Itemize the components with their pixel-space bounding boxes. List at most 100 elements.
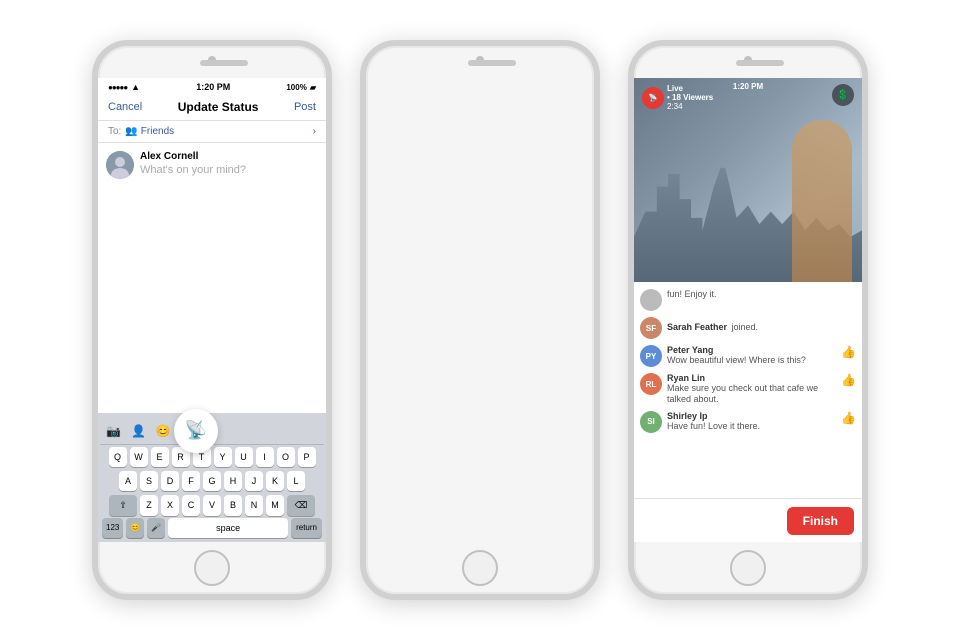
key-p[interactable]: P [298,447,316,467]
ryan-text: Make sure you check out that cafe we tal… [667,383,836,405]
audience-selector[interactable]: 👥 Friends [125,126,174,137]
p3-time: 1:20 PM [733,82,763,91]
to-bar[interactable]: To: 👥 Friends › [98,121,326,143]
comment-shirley: SI Shirley Ip Have fun! Love it there. 👍 [634,408,862,436]
key-z[interactable]: Z [140,495,158,516]
key-backspace[interactable]: ⌫ [287,495,315,516]
comment-ryan: RL Ryan Lin Make sure you check out that… [634,370,862,408]
joined-text: joined. [731,322,758,332]
live-video-bg: 1:20 PM 📡 Live • 18 Viewers 2:34 💲 [634,78,862,287]
camera-toolbar-icon[interactable]: 📷 [106,424,121,438]
status-input[interactable]: What's on your mind? [140,164,318,176]
home-button-1[interactable] [194,550,230,586]
key-space[interactable]: space [168,518,288,538]
key-g[interactable]: G [203,471,221,491]
key-y[interactable]: Y [214,447,232,467]
comment-peter: PY Peter Yang Wow beautiful view! Where … [634,342,862,370]
cancel-button[interactable]: Cancel [108,101,142,113]
key-b[interactable]: B [224,495,242,516]
key-o[interactable]: O [277,447,295,467]
key-mic[interactable]: 🎤 [147,518,165,538]
post-composition-area[interactable]: Alex Cornell What's on your mind? [98,143,326,413]
peter-like[interactable]: 👍 [841,345,856,359]
live-label: Live [667,84,713,93]
speaker-1 [200,60,248,66]
key-numbers[interactable]: 123 [102,518,123,538]
shirley-like[interactable]: 👍 [841,411,856,425]
key-l[interactable]: L [287,471,305,491]
ryan-avatar: RL [640,373,662,395]
keyboard-1: 📷 👤 😊 📡 Q W E R T Y U I [98,413,326,542]
phone-2: 1:20 PM ✕ 💲 AC Alex Cornell Touring the … [360,40,600,600]
user-avatar [106,151,134,179]
key-j[interactable]: J [245,471,263,491]
person-toolbar-icon[interactable]: 👤 [131,424,146,438]
status-bar-1: ●●●●● ▲ 1:20 PM 100% ▰ [98,78,326,94]
peter-body: Peter Yang Wow beautiful view! Where is … [667,345,836,366]
home-button-3[interactable] [730,550,766,586]
key-s[interactable]: S [140,471,158,491]
ryan-like[interactable]: 👍 [841,373,856,387]
comments-area: fun! Enjoy it. SF Sarah Feather joined. … [634,282,862,498]
screen-1: ●●●●● ▲ 1:20 PM 100% ▰ Cancel Update Sta… [98,78,326,542]
key-e[interactable]: E [151,447,169,467]
chevron-icon: › [313,126,316,137]
post-button[interactable]: Post [294,101,316,113]
time-display: 1:20 PM [196,82,230,92]
key-return[interactable]: return [291,518,322,538]
key-n[interactable]: N [245,495,263,516]
keyboard-row-1: Q W E R T Y U I O P [102,447,322,467]
key-k[interactable]: K [266,471,284,491]
hand-graphic [792,120,852,287]
post-content: Alex Cornell What's on your mind? [140,151,318,405]
home-button-2[interactable] [462,550,498,586]
p3-settings-button[interactable]: 💲 [832,84,854,106]
key-shift[interactable]: ⇧ [109,495,137,516]
join-notice: SF Sarah Feather joined. [634,314,862,342]
live-toolbar-icon[interactable]: 📡 [185,420,207,441]
key-v[interactable]: V [203,495,221,516]
key-x[interactable]: X [161,495,179,516]
key-m[interactable]: M [266,495,284,516]
keyboard-toolbar: 📷 👤 😊 📡 [100,417,324,445]
peter-avatar: PY [640,345,662,367]
nav-bar-1: Cancel Update Status Post [98,94,326,121]
friends-label: Friends [141,126,174,137]
user-name: Alex Cornell [140,151,318,162]
keyboard-rows: Q W E R T Y U I O P A S D F G H [100,447,324,516]
battery-area: 100% ▰ [286,83,316,92]
key-f[interactable]: F [182,471,200,491]
key-i[interactable]: I [256,447,274,467]
keyboard-row-2: A S D F G H J K L [102,471,322,491]
ryan-body: Ryan Lin Make sure you check out that ca… [667,373,836,405]
battery-icon: ▰ [310,83,316,92]
ryan-name: Ryan Lin [667,373,836,383]
emoji-toolbar-icon[interactable]: 😊 [156,424,171,438]
key-u[interactable]: U [235,447,253,467]
finish-bar: Finish [634,498,862,542]
live-badge: 📡 Live • 18 Viewers 2:34 [642,84,713,111]
live-info: Live • 18 Viewers 2:34 [667,84,713,111]
keyboard-bottom-row: 123 😊 🎤 space return [100,516,324,540]
finish-button[interactable]: Finish [787,507,854,535]
key-q[interactable]: Q [109,447,127,467]
system-avatar [640,289,662,311]
key-w[interactable]: W [130,447,148,467]
peter-text: Wow beautiful view! Where is this? [667,355,836,366]
key-d[interactable]: D [161,471,179,491]
key-h[interactable]: H [224,471,242,491]
page-title: Update Status [178,100,259,114]
shirley-avatar: SI [640,411,662,433]
keyboard-row-3: ⇧ Z X C V B N M ⌫ [102,495,322,516]
speaker-2 [468,60,516,66]
key-c[interactable]: C [182,495,200,516]
viewer-count: • 18 Viewers [667,93,713,102]
speaker-3 [736,60,784,66]
key-emoji[interactable]: 😊 [126,518,144,538]
shirley-text: Have fun! Love it there. [667,421,836,432]
system-message: fun! Enjoy it. [634,286,862,314]
live-red-dot: 📡 [642,87,664,109]
to-label: To: [108,126,121,137]
key-a[interactable]: A [119,471,137,491]
live-timer: 2:34 [667,102,713,111]
